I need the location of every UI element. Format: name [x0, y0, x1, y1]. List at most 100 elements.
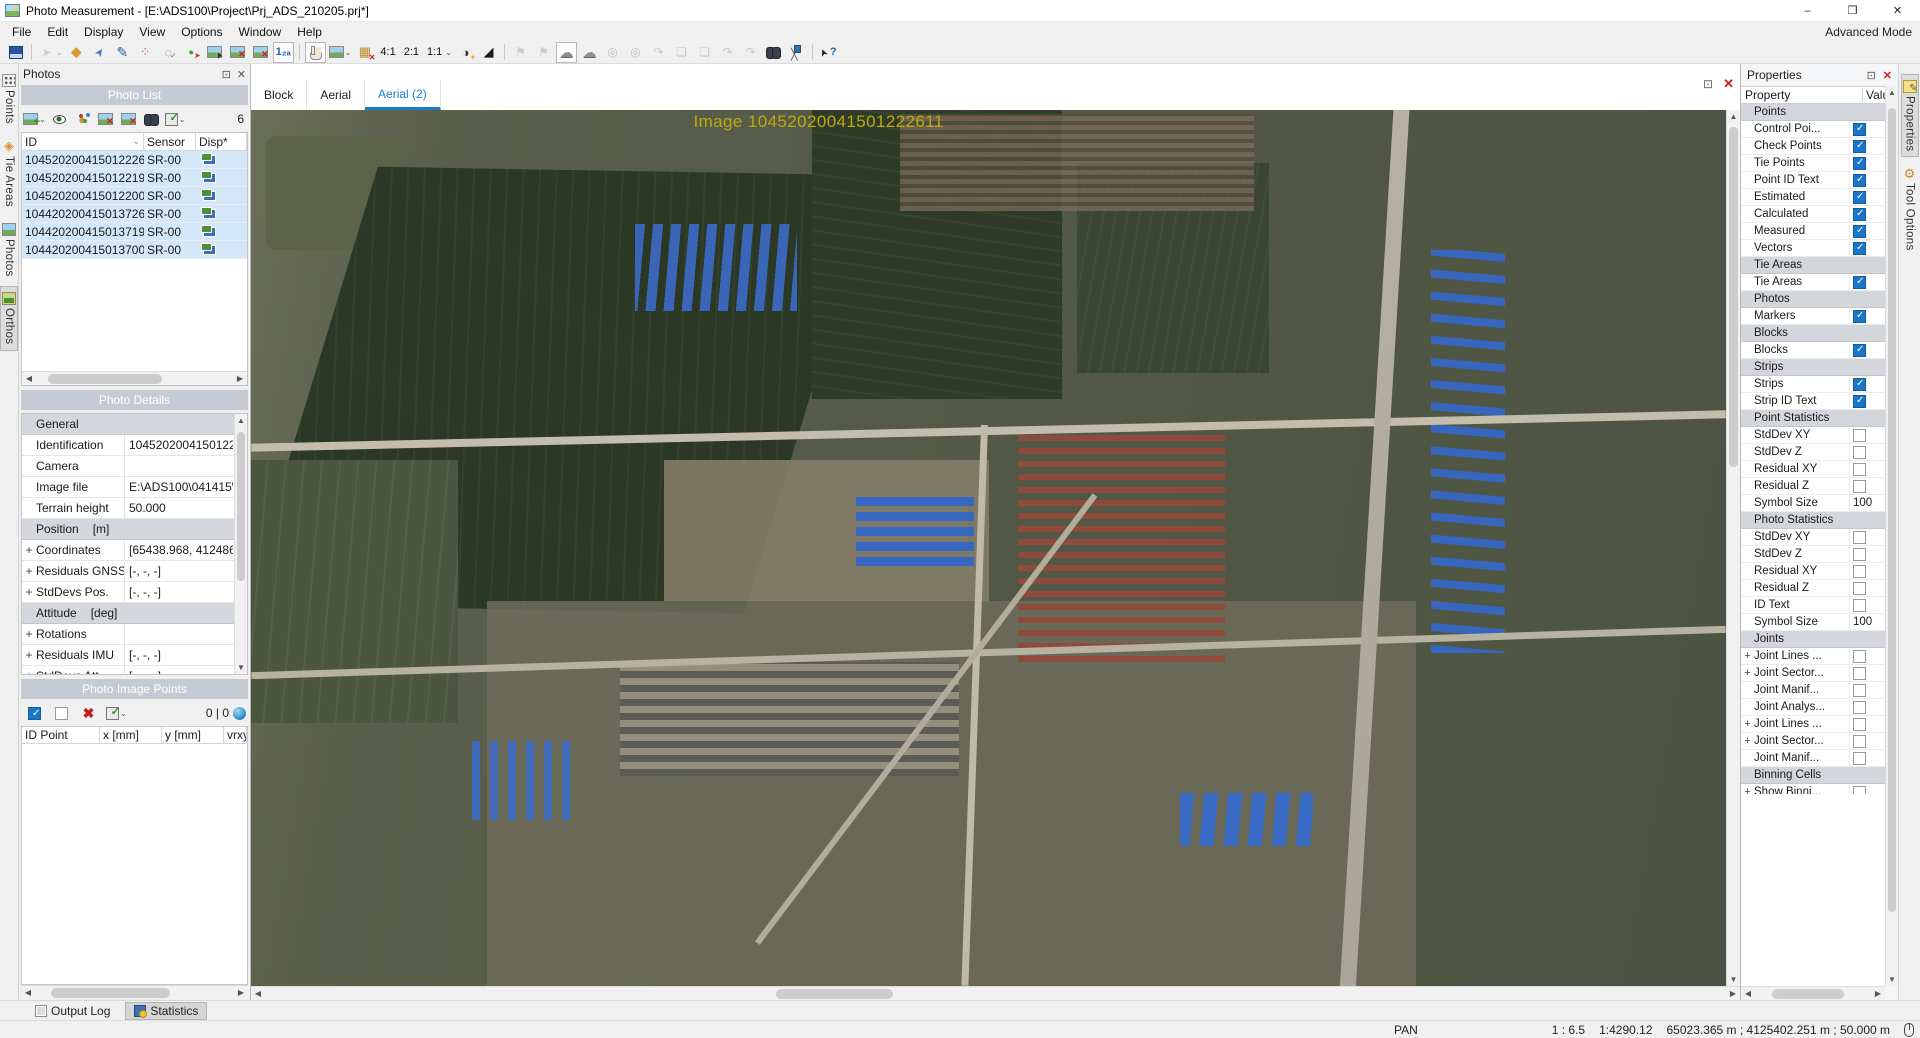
zoom-1-1-icon[interactable]: 1:1⌄ [424, 42, 453, 63]
scroll-right-icon[interactable]: ▶ [233, 374, 247, 383]
photo-row[interactable]: 10442020041501372611SR-00 [22, 205, 247, 223]
expand-icon[interactable]: + [22, 543, 36, 557]
multi-point-measure-icon[interactable] [135, 42, 156, 63]
panel-float-icon[interactable]: ⊡ [1867, 69, 1876, 82]
photos-panel-hscrollbar[interactable]: ◀ ▶ [21, 985, 248, 999]
select-all-points-icon[interactable] [24, 703, 45, 724]
expand-icon[interactable]: + [1741, 786, 1754, 794]
photo-row[interactable]: 10452020041501222611SR-00 [22, 151, 247, 169]
unchecked-checkbox-icon[interactable] [1853, 548, 1866, 561]
checked-checkbox-icon[interactable] [1853, 191, 1866, 204]
photo-row[interactable]: 10452020041501221911SR-00 [22, 169, 247, 187]
checked-checkbox-icon[interactable] [1853, 157, 1866, 170]
minimize-button[interactable]: – [1785, 0, 1830, 22]
dock-tab-tool-options[interactable]: Tool Options [1901, 161, 1919, 257]
previous-photo-icon[interactable] [671, 42, 692, 63]
deselect-all-points-icon[interactable] [51, 703, 72, 724]
scroll-left-icon[interactable]: ◀ [21, 988, 35, 997]
properties-hscrollbar[interactable]: ◀ ▶ [1741, 986, 1885, 1000]
checked-checkbox-icon[interactable] [1853, 395, 1866, 408]
gradient-stretch-icon[interactable] [478, 42, 499, 63]
mesh-overlay-icon[interactable] [354, 42, 375, 63]
map-hscrollbar[interactable]: ◀ ▶ [251, 986, 1740, 1000]
scroll-thumb[interactable] [48, 374, 162, 384]
unchecked-checkbox-icon[interactable] [1853, 701, 1866, 714]
scroll-track[interactable] [235, 427, 247, 661]
dock-tab-tie-areas[interactable]: Tie Areas [0, 134, 18, 213]
find-photo-icon[interactable] [141, 109, 162, 130]
unchecked-checkbox-icon[interactable] [1853, 565, 1866, 578]
next-flag-icon[interactable] [533, 42, 554, 63]
unchecked-checkbox-icon[interactable] [1853, 582, 1866, 595]
photo-row[interactable]: 10452020041501220011SR-00 [22, 187, 247, 205]
unchecked-checkbox-icon[interactable] [1853, 650, 1866, 663]
checked-checkbox-icon[interactable] [1853, 344, 1866, 357]
scroll-thumb[interactable] [1729, 127, 1738, 467]
scroll-right-icon[interactable]: ▶ [234, 988, 248, 997]
remove-all-photos-icon[interactable] [118, 109, 139, 130]
scroll-track[interactable] [1886, 99, 1898, 973]
scroll-track[interactable] [35, 986, 234, 999]
point-display-options-icon[interactable]: ⌄ [105, 703, 128, 724]
scroll-down-icon[interactable]: ▼ [1730, 973, 1738, 986]
paste-measurements-icon[interactable]: ⌄ [37, 42, 64, 63]
unchecked-checkbox-icon[interactable] [1853, 463, 1866, 476]
measure-point-icon[interactable] [112, 42, 133, 63]
correlation-icon[interactable] [556, 42, 577, 63]
expand-icon[interactable]: + [22, 564, 36, 578]
selection-options-icon[interactable]: ⌄ [164, 109, 187, 130]
remove-images-icon[interactable] [250, 42, 271, 63]
menu-file[interactable]: File [4, 24, 39, 40]
scroll-left-icon[interactable]: ◀ [1741, 989, 1755, 998]
viewer-close-icon[interactable]: ✕ [1723, 76, 1734, 92]
checked-checkbox-icon[interactable] [1853, 276, 1866, 289]
scroll-thumb[interactable] [1888, 108, 1896, 912]
menu-display[interactable]: Display [76, 24, 131, 40]
inspect-previous-icon[interactable] [602, 42, 623, 63]
dock-tab-orthos[interactable]: Orthos [0, 286, 18, 350]
photo-row[interactable]: 10442020041501371911SR-00 [22, 223, 247, 241]
checked-checkbox-icon[interactable] [1853, 140, 1866, 153]
scroll-up-icon[interactable]: ▲ [1888, 86, 1896, 99]
survey-station-icon[interactable] [786, 42, 807, 63]
show-photo-icon[interactable] [49, 109, 70, 130]
zoom-2-1-icon[interactable]: 2:1 [401, 42, 422, 63]
scroll-track[interactable] [1755, 987, 1871, 1000]
unchecked-checkbox-icon[interactable] [1853, 531, 1866, 544]
unchecked-checkbox-icon[interactable] [1853, 735, 1866, 748]
scroll-down-icon[interactable]: ▼ [1888, 973, 1896, 986]
goto-next-point-icon[interactable] [648, 42, 669, 63]
scroll-thumb[interactable] [237, 432, 245, 582]
contrast-icon[interactable] [455, 42, 476, 63]
tab-block[interactable]: Block [251, 80, 307, 110]
map-vscrollbar[interactable]: ▲ ▼ [1726, 110, 1740, 986]
next-strip-icon[interactable] [740, 42, 761, 63]
column-header-id-point[interactable]: ID Point [22, 727, 100, 743]
inspect-next-icon[interactable] [625, 42, 646, 63]
zoom-4-1-icon[interactable]: 4:1 [377, 42, 398, 63]
column-header-vrxy[interactable]: vrxy [um [224, 727, 247, 743]
close-button[interactable]: ✕ [1875, 0, 1920, 22]
scroll-down-icon[interactable]: ▼ [237, 661, 245, 674]
bottom-tab-statistics[interactable]: Statistics [125, 1002, 207, 1020]
select-region-icon[interactable] [158, 42, 179, 63]
column-header-x[interactable]: x [mm] [100, 727, 162, 743]
unchecked-checkbox-icon[interactable] [1853, 429, 1866, 442]
menu-view[interactable]: View [131, 24, 173, 40]
maximize-button[interactable]: ❒ [1830, 0, 1875, 22]
expand-icon[interactable]: + [22, 648, 36, 662]
scroll-thumb[interactable] [1772, 989, 1844, 999]
column-header-y[interactable]: y [mm] [162, 727, 224, 743]
bottom-tab-output-log[interactable]: Output Log [26, 1002, 119, 1020]
expand-icon[interactable]: + [1741, 718, 1754, 730]
photo-details-vscrollbar[interactable]: ▲ ▼ [234, 414, 247, 674]
scroll-left-icon[interactable]: ◀ [22, 374, 36, 383]
checked-checkbox-icon[interactable] [1853, 208, 1866, 221]
column-header-id[interactable]: ID⌄ [22, 133, 144, 150]
scroll-thumb[interactable] [51, 988, 170, 998]
expand-icon[interactable]: + [22, 669, 36, 675]
scroll-thumb[interactable] [776, 989, 893, 999]
unchecked-checkbox-icon[interactable] [1853, 752, 1866, 765]
show-image-icon[interactable] [204, 42, 225, 63]
select-point-icon[interactable] [89, 42, 110, 63]
